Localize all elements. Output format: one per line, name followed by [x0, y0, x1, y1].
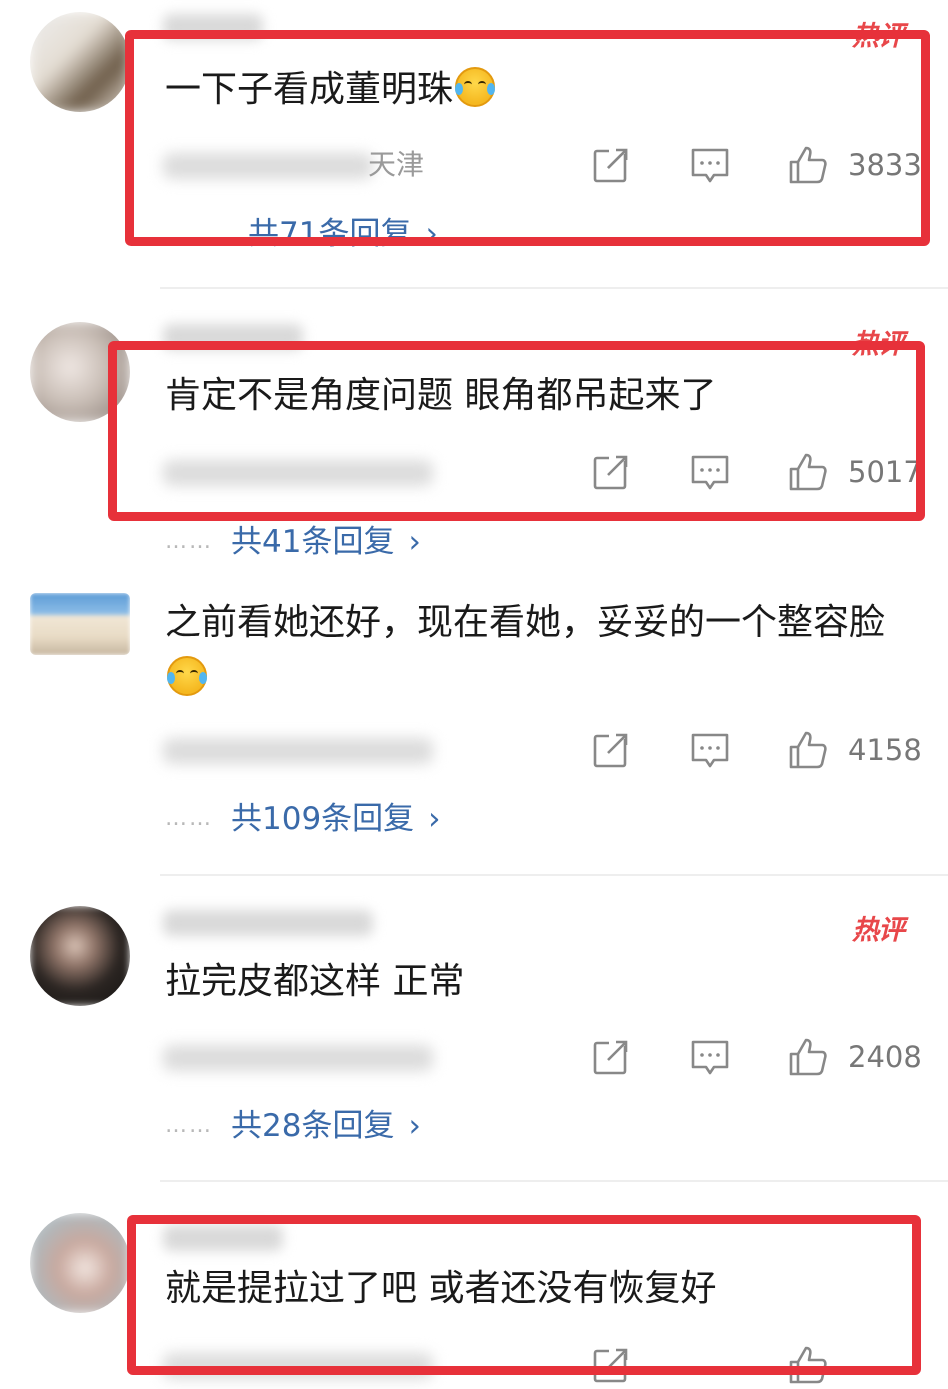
timestamp-blurred: [163, 1045, 433, 1071]
view-replies-link[interactable]: 共71条回复 ›: [248, 212, 438, 256]
reply-icon: [691, 455, 729, 490]
comment-meta: 5017: [163, 452, 922, 492]
share-button[interactable]: [591, 1345, 631, 1385]
timestamp-blurred: [163, 460, 433, 486]
reply-icon: [691, 148, 729, 183]
view-replies-link[interactable]: …… 共41条回复 ›: [165, 520, 421, 564]
like-count: 4158: [848, 733, 922, 767]
thumbs-up-icon: [789, 1038, 827, 1076]
reply-icon: [691, 1040, 729, 1075]
like-count: 3833: [848, 148, 922, 182]
comment-meta: 4158: [163, 730, 922, 770]
comment-item: 热评 肯定不是角度问题 眼角都吊起来了 5017 …… 共41条回复 ›: [0, 300, 948, 580]
hot-comment-badge: 热评: [852, 915, 905, 946]
divider: [160, 1180, 948, 1182]
reply-dots: ……: [165, 529, 213, 554]
reply-count-text: 共71条回复: [248, 216, 412, 252]
like-button[interactable]: [788, 1345, 828, 1385]
comment-text: 之前看她还好，现在看她，妥妥的一个整容脸: [165, 602, 886, 643]
share-button[interactable]: [591, 730, 631, 770]
divider: [160, 287, 948, 289]
view-replies-link[interactable]: …… 共109条回复 ›: [165, 797, 441, 841]
comment-meta: 天津 3833: [163, 145, 922, 185]
hot-comment-badge: 热评: [852, 329, 905, 360]
like-button[interactable]: [788, 145, 828, 185]
avatar[interactable]: [30, 906, 130, 1006]
comment-meta: [163, 1345, 918, 1385]
chevron-right-icon: ›: [408, 1108, 421, 1144]
hot-comment-badge: 热评: [852, 21, 905, 52]
comment-text-container: 肯定不是角度问题 眼角都吊起来了: [165, 368, 914, 424]
comment-text-container: 就是提拉过了吧 或者还没有恢复好: [165, 1261, 914, 1317]
thumbs-up-icon: [789, 146, 827, 184]
username-blurred[interactable]: [163, 910, 373, 936]
avatar[interactable]: [30, 322, 130, 422]
reply-dots: ……: [165, 806, 213, 831]
like-button[interactable]: [788, 452, 828, 492]
reply-icon: [691, 733, 729, 768]
share-button[interactable]: [591, 452, 631, 492]
avatar[interactable]: [30, 12, 130, 112]
chevron-right-icon: ›: [408, 524, 421, 560]
comment-text: 就是提拉过了吧 或者还没有恢复好: [165, 1268, 717, 1309]
comment-meta: 2408: [163, 1037, 922, 1077]
share-icon: [593, 1040, 628, 1075]
reply-button[interactable]: [690, 145, 730, 185]
like-button[interactable]: [788, 730, 828, 770]
avatar[interactable]: [30, 593, 130, 655]
timestamp-blurred: [163, 1353, 433, 1379]
reply-button[interactable]: [690, 730, 730, 770]
reply-count-text: 共109条回复: [231, 801, 415, 837]
share-icon: [593, 1348, 628, 1383]
like-count: 5017: [848, 455, 922, 489]
reply-button[interactable]: [690, 452, 730, 492]
reply-button[interactable]: [690, 1037, 730, 1077]
username-blurred[interactable]: [163, 1225, 283, 1251]
like-button[interactable]: [788, 1037, 828, 1077]
comment-item: 热评 拉完皮都这样 正常 2408 …… 共28条回复 ›: [0, 890, 948, 1180]
timestamp-blurred: [163, 738, 433, 764]
reply-count-text: 共28条回复: [231, 1108, 395, 1144]
share-button[interactable]: [591, 145, 631, 185]
reply-count-text: 共41条回复: [231, 524, 395, 560]
laughing-crying-emoji-icon: [167, 656, 207, 696]
comment-item: 就是提拉过了吧 或者还没有恢复好: [0, 1195, 948, 1384]
view-replies-link[interactable]: …… 共28条回复 ›: [165, 1104, 421, 1148]
comment-text: 肯定不是角度问题 眼角都吊起来了: [165, 375, 717, 416]
username-blurred[interactable]: [163, 14, 263, 40]
chevron-right-icon: ›: [425, 216, 438, 252]
like-count: 2408: [848, 1040, 922, 1074]
comment-item: 热评 一下子看成董明珠 天津 3833 共71条回复 ›: [0, 0, 948, 270]
share-button[interactable]: [591, 1037, 631, 1077]
comment-text-container: 一下子看成董明珠: [165, 62, 914, 118]
comment-text: 拉完皮都这样 正常: [165, 961, 465, 1002]
avatar[interactable]: [30, 1213, 130, 1313]
comment-text-container: 之前看她还好，现在看她，妥妥的一个整容脸: [165, 595, 914, 707]
location-label: 天津: [368, 148, 425, 181]
divider: [160, 874, 948, 876]
thumbs-up-icon: [789, 453, 827, 491]
thumbs-up-icon: [789, 731, 827, 769]
comment-item: 之前看她还好，现在看她，妥妥的一个整容脸 4158 …… 共109条回复 ›: [0, 585, 948, 870]
timestamp-blurred: [163, 153, 373, 179]
share-icon: [593, 455, 628, 490]
comment-text: 一下子看成董明珠: [165, 69, 454, 110]
chevron-right-icon: ›: [428, 801, 441, 837]
username-blurred[interactable]: [163, 324, 303, 350]
reply-dots: ……: [165, 1113, 213, 1138]
share-icon: [593, 733, 628, 768]
thumbs-up-icon: [789, 1346, 827, 1384]
comment-text-container: 拉完皮都这样 正常: [165, 954, 914, 1010]
laughing-crying-emoji-icon: [455, 67, 496, 107]
share-icon: [593, 148, 628, 183]
